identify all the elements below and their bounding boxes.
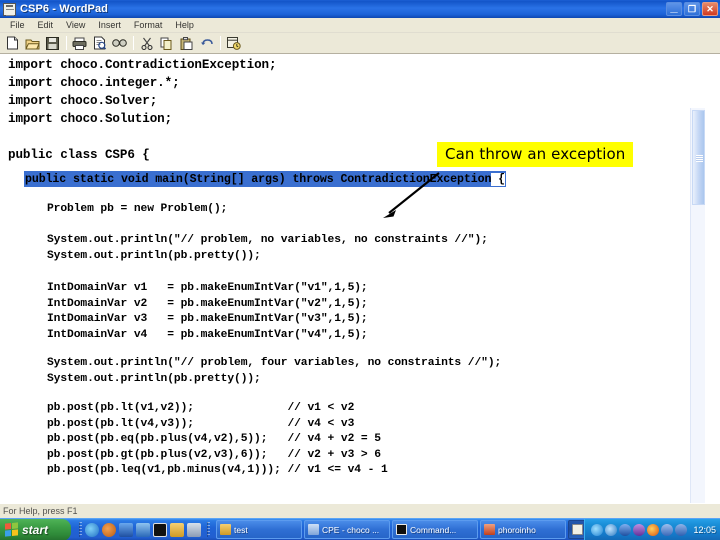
toolbar-separator — [220, 36, 221, 50]
menu-item-format[interactable]: Format — [128, 19, 170, 31]
media-player-icon[interactable] — [102, 522, 116, 537]
folder-icon — [220, 524, 231, 535]
code-body-middle: System.out.println("// problem, four var… — [47, 357, 502, 385]
desktop-screen: CSP6 - WordPad _ ❐ ✕ File Edit View Inse… — [0, 0, 720, 540]
copy-icon[interactable] — [157, 34, 176, 52]
window-titlebar[interactable]: CSP6 - WordPad _ ❐ ✕ — [0, 0, 720, 18]
taskbar-item-label: CPE - choco ... — [322, 524, 380, 535]
task-buttons: test CPE - choco ... Command... phoroinh… — [216, 519, 585, 540]
minimize-button[interactable]: _ — [666, 0, 682, 16]
update-icon[interactable] — [661, 523, 674, 536]
shield-icon[interactable] — [619, 523, 632, 536]
print-preview-icon[interactable] — [90, 34, 109, 52]
signature-brace: { — [491, 173, 506, 186]
open-icon[interactable] — [23, 34, 42, 52]
new-icon[interactable] — [3, 34, 22, 52]
network-icon[interactable] — [605, 523, 618, 536]
find-icon[interactable] — [110, 34, 129, 52]
clock[interactable]: 12:05 — [693, 525, 716, 535]
taskbar: start test CPE - choco ... Command... ph… — [0, 518, 720, 540]
right-margin — [705, 108, 720, 503]
date-time-icon[interactable] — [224, 34, 243, 52]
menu-bar: File Edit View Insert Format Help — [0, 18, 720, 33]
status-bar: For Help, press F1 — [0, 503, 720, 518]
vertical-scrollbar[interactable] — [690, 108, 705, 503]
internet-explorer-icon[interactable] — [85, 522, 99, 537]
code-constraints: pb.post(pb.lt(v1,v2)); // v1 < v2 pb.pos… — [47, 402, 388, 477]
start-button[interactable]: start — [0, 518, 71, 540]
menu-item-file[interactable]: File — [4, 19, 32, 31]
undo-icon[interactable] — [197, 34, 216, 52]
quicklaunch-separator — [207, 522, 210, 537]
annotation-arrow — [383, 172, 440, 218]
printer-icon[interactable] — [675, 523, 688, 536]
scrollbar-grip — [696, 155, 703, 162]
restore-button[interactable]: ❐ — [684, 2, 700, 16]
taskbar-item-cpe-choco[interactable]: CPE - choco ... — [304, 520, 390, 539]
menu-item-view[interactable]: View — [60, 19, 92, 31]
toolbar-separator — [66, 36, 67, 50]
code-imports: import choco.ContradictionException; imp… — [8, 58, 277, 162]
taskbar-item-test[interactable]: test — [216, 520, 302, 539]
document-icon — [308, 524, 319, 535]
taskbar-item-csp6-wordpad[interactable]: CSP6 - W... — [568, 520, 585, 539]
close-button[interactable]: ✕ — [702, 2, 718, 16]
taskbar-item-command-prompt[interactable]: Command... — [392, 520, 478, 539]
window-title: CSP6 - WordPad — [20, 3, 108, 15]
volume-icon[interactable] — [591, 523, 604, 536]
menu-item-edit[interactable]: Edit — [32, 19, 61, 31]
print-icon[interactable] — [70, 34, 89, 52]
close-icon: ✕ — [706, 4, 714, 14]
scrollbar-thumb[interactable] — [692, 110, 705, 205]
antivirus-icon[interactable] — [647, 523, 660, 536]
cut-icon[interactable] — [137, 34, 156, 52]
console-icon — [396, 524, 407, 535]
show-desktop-icon[interactable] — [136, 522, 150, 537]
minimize-icon: _ — [670, 0, 678, 14]
console-icon[interactable] — [153, 522, 167, 537]
toolbar-separator — [133, 36, 134, 50]
taskbar-item-label: test — [234, 524, 248, 535]
messenger-icon[interactable] — [633, 523, 646, 536]
quick-launch-bar — [71, 519, 216, 540]
image-icon — [484, 524, 495, 535]
quicklaunch-separator — [79, 522, 82, 537]
annotation-callout: Can throw an exception — [437, 142, 634, 167]
folder-icon[interactable] — [170, 522, 184, 537]
system-tray: 12:05 — [584, 518, 720, 540]
menu-item-insert[interactable]: Insert — [92, 19, 128, 31]
taskbar-item-label: phoroinho — [498, 524, 536, 535]
start-button-label: start — [22, 522, 49, 537]
taskbar-item-label: Command... — [410, 524, 457, 535]
code-variables: IntDomainVar v1 = pb.makeEnumIntVar("v1"… — [47, 282, 368, 341]
outlook-express-icon[interactable] — [119, 522, 133, 537]
save-icon[interactable] — [43, 34, 62, 52]
taskbar-item-phoroinho[interactable]: phoroinho — [480, 520, 566, 539]
window-controls: _ ❐ ✕ — [666, 0, 718, 16]
restore-icon: ❐ — [687, 4, 697, 14]
wordpad-icon — [572, 524, 583, 535]
wordpad-document-icon — [3, 2, 16, 16]
windows-logo-icon — [5, 522, 18, 537]
menu-item-help[interactable]: Help — [169, 19, 201, 31]
paste-icon[interactable] — [177, 34, 196, 52]
document-page[interactable]: import choco.ContradictionException; imp… — [0, 54, 690, 503]
notepad-icon[interactable] — [187, 522, 201, 537]
document-area[interactable]: import choco.ContradictionException; imp… — [0, 54, 720, 503]
status-text: For Help, press F1 — [3, 506, 78, 516]
toolbar — [0, 33, 720, 54]
